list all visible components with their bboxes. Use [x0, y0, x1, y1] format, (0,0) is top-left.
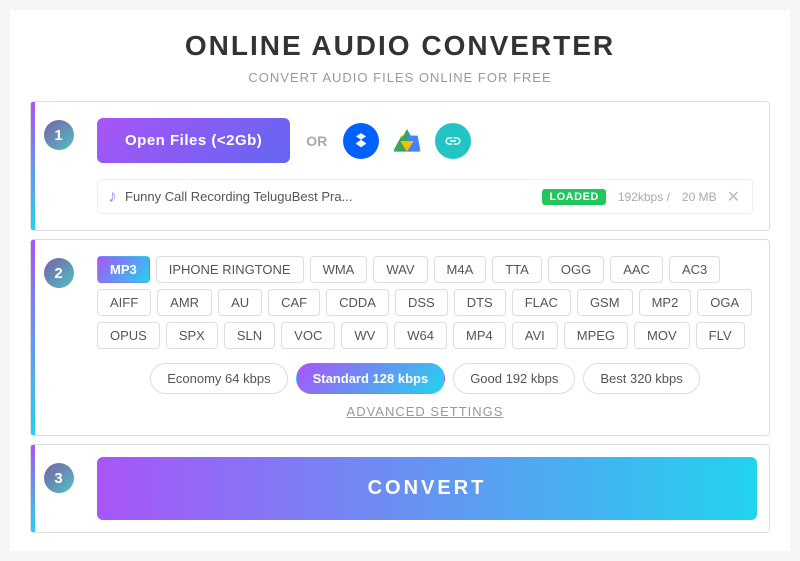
- file-name: Funny Call Recording TeluguBest Pra...: [125, 189, 534, 204]
- advanced-settings-link[interactable]: ADVANCED SETTINGS: [97, 404, 753, 419]
- format-btn-wv[interactable]: WV: [341, 322, 388, 349]
- format-btn-voc[interactable]: VOC: [281, 322, 335, 349]
- step1-row: Open Files (<2Gb) OR: [97, 118, 753, 163]
- format-btn-spx[interactable]: SPX: [166, 322, 218, 349]
- step2-content: MP3IPHONE RINGTONEWMAWAV M4ATTAOGGAACAC3 A…: [85, 240, 769, 435]
- format-btn-iphone-ringtone[interactable]: IPHONE RINGTONE: [156, 256, 304, 283]
- step3-panel: 3 CONVERT: [30, 444, 770, 533]
- format-btn-mp2[interactable]: MP2: [639, 289, 692, 316]
- step1-circle: 1: [44, 120, 74, 150]
- format-btn-flv[interactable]: FLV: [696, 322, 745, 349]
- format-btn-amr[interactable]: AMR: [157, 289, 212, 316]
- format-btn-sln[interactable]: SLN: [224, 322, 275, 349]
- format-grid: MP3IPHONE RINGTONEWMAWAV M4ATTAOGGAACAC3 A…: [97, 256, 753, 349]
- step1-number-area: 1: [35, 102, 85, 230]
- file-size: 20 MB: [682, 190, 717, 204]
- main-container: ONLINE AUDIO CONVERTER CONVERT AUDIO FIL…: [10, 10, 790, 551]
- step2-circle: 2: [44, 258, 74, 288]
- quality-btn-0[interactable]: Economy 64 kbps: [150, 363, 287, 394]
- link-icon[interactable]: [435, 123, 471, 159]
- format-btn-ogg[interactable]: OGG: [548, 256, 604, 283]
- format-btn-dts[interactable]: DTS: [454, 289, 506, 316]
- quality-row: Economy 64 kbps Standard 128 kbpsGood 192…: [97, 363, 753, 394]
- dropbox-icon[interactable]: [343, 123, 379, 159]
- step2-number-area: 2: [35, 240, 85, 435]
- format-btn-wav[interactable]: WAV: [373, 256, 427, 283]
- open-files-button[interactable]: Open Files (<2Gb): [97, 118, 290, 163]
- format-btn-mp4[interactable]: MP4: [453, 322, 506, 349]
- quality-btn-3[interactable]: Best 320 kbps: [583, 363, 699, 394]
- format-btn-cdda[interactable]: CDDA: [326, 289, 389, 316]
- or-text: OR: [306, 133, 327, 149]
- format-btn-caf[interactable]: CAF: [268, 289, 320, 316]
- format-btn-aiff[interactable]: AIFF: [97, 289, 151, 316]
- step3-circle: 3: [44, 463, 74, 493]
- step1-content: Open Files (<2Gb) OR: [85, 102, 769, 230]
- format-btn-m4a[interactable]: M4A: [434, 256, 487, 283]
- step3-number-area: 3: [35, 445, 85, 532]
- format-btn-avi[interactable]: AVI: [512, 322, 558, 349]
- loaded-badge: LOADED: [542, 189, 605, 205]
- format-btn-flac[interactable]: FLAC: [512, 289, 571, 316]
- step2-panel: 2 MP3IPHONE RINGTONEWMAWAV M4ATTAOGGAACAC…: [30, 239, 770, 436]
- format-btn-tta[interactable]: TTA: [492, 256, 542, 283]
- quality-btn-2[interactable]: Good 192 kbps: [453, 363, 575, 394]
- format-btn-opus[interactable]: OPUS: [97, 322, 160, 349]
- format-btn-oga[interactable]: OGA: [697, 289, 752, 316]
- format-btn-wma[interactable]: WMA: [310, 256, 368, 283]
- format-btn-w64[interactable]: W64: [394, 322, 447, 349]
- step1-panel: 1 Open Files (<2Gb) OR: [30, 101, 770, 231]
- format-btn-gsm[interactable]: GSM: [577, 289, 633, 316]
- google-drive-icon[interactable]: [389, 123, 425, 159]
- format-btn-mpeg[interactable]: MPEG: [564, 322, 628, 349]
- subtitle: CONVERT AUDIO FILES ONLINE FOR FREE: [10, 70, 790, 85]
- format-btn-mp3[interactable]: MP3: [97, 256, 150, 283]
- file-icon: ♪: [108, 186, 117, 207]
- format-btn-ac3[interactable]: AC3: [669, 256, 720, 283]
- step3-content: CONVERT: [85, 445, 769, 532]
- format-btn-au[interactable]: AU: [218, 289, 262, 316]
- main-title: ONLINE AUDIO CONVERTER: [10, 30, 790, 62]
- format-btn-dss[interactable]: DSS: [395, 289, 448, 316]
- cloud-icons-group: [343, 123, 471, 159]
- convert-button[interactable]: CONVERT: [97, 457, 757, 520]
- file-row: ♪ Funny Call Recording TeluguBest Pra...…: [97, 179, 753, 214]
- file-bitrate: 192kbps /: [618, 190, 670, 204]
- format-btn-aac[interactable]: AAC: [610, 256, 663, 283]
- format-btn-mov[interactable]: MOV: [634, 322, 690, 349]
- quality-btn-1[interactable]: Standard 128 kbps: [296, 363, 446, 394]
- remove-file-button[interactable]: ✕: [725, 187, 742, 207]
